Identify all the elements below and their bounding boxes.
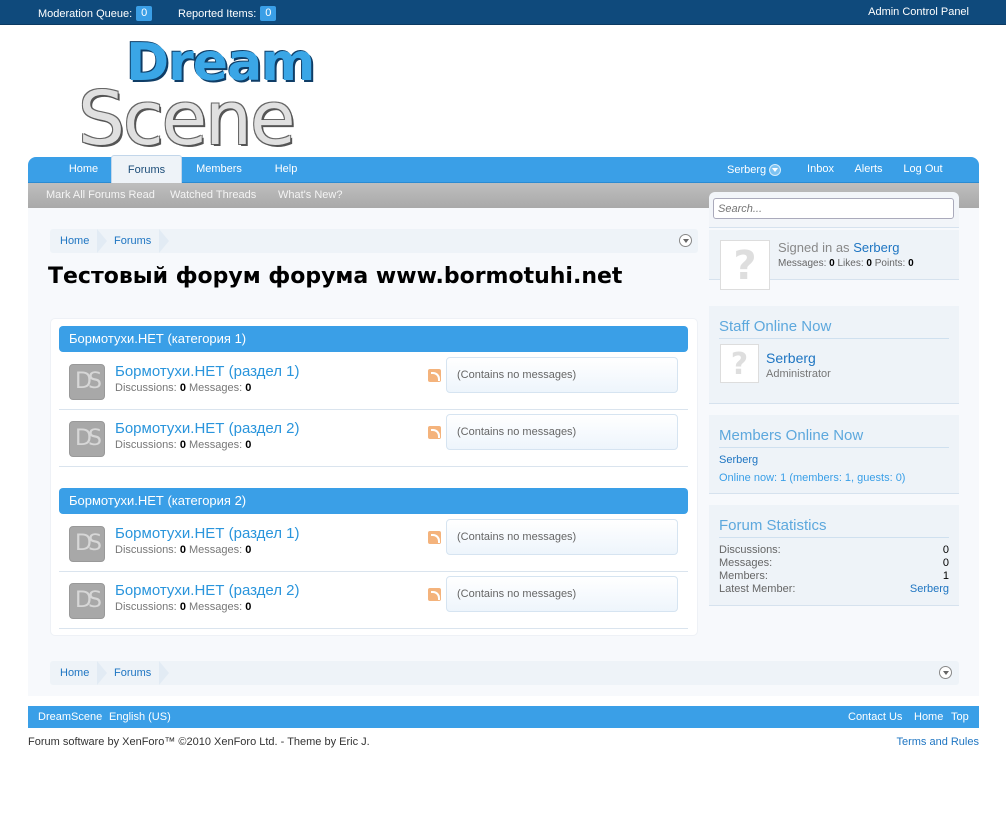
forum-title-link[interactable]: Бормотухи.НЕТ (раздел 1) (115, 363, 300, 380)
last-post-box: (Contains no messages) (446, 576, 678, 612)
forum-stats: Discussions: 0 Messages: 0 (115, 382, 252, 394)
chevron-down-icon (769, 164, 782, 176)
admin-bar: Moderation Queue: 0 Reported Items: 0 Ad… (0, 0, 1006, 25)
forum-node: DS Бормотухи.НЕТ (раздел 2) Discussions:… (59, 410, 688, 467)
signed-in-line: Signed in as Serberg (778, 240, 900, 255)
default-avatar-icon: ? (730, 347, 749, 382)
latest-member-link[interactable]: Serberg (910, 583, 949, 595)
divider (719, 447, 949, 448)
contact-us-link[interactable]: Contact Us (848, 711, 902, 723)
forum-node: DS Бормотухи.НЕТ (раздел 1) Discussions:… (59, 353, 688, 410)
online-member-link[interactable]: Serberg (719, 454, 758, 466)
forum-stats-title: Forum Statistics (719, 517, 827, 534)
user-menu-name: Serberg (727, 163, 767, 176)
footer-home-link[interactable]: Home (914, 711, 943, 723)
breadcrumb-home[interactable]: Home (50, 229, 108, 253)
visitor-username-link[interactable]: Serberg (853, 240, 899, 255)
stat-row: Members: 1 (719, 570, 949, 582)
moderation-queue-link[interactable]: Moderation Queue: 0 (38, 6, 153, 21)
logo-text-scene: Scene (78, 76, 296, 162)
jump-menu-icon[interactable] (939, 666, 952, 679)
stat-row: Messages: 0 (719, 557, 949, 569)
forum-node: DS Бормотухи.НЕТ (раздел 2) Discussions:… (59, 572, 688, 629)
language-chooser[interactable]: English (US) (109, 711, 171, 723)
staff-online-title: Staff Online Now (719, 318, 832, 335)
alerts-link[interactable]: Alerts (848, 157, 889, 183)
forum-stats: Discussions: 0 Messages: 0 (115, 601, 252, 613)
breadcrumb-forums[interactable]: Forums (104, 229, 170, 253)
forum-node-icon: DS (69, 421, 105, 457)
forum-node: DS Бормотухи.НЕТ (раздел 1) Discussions:… (59, 515, 688, 572)
rss-icon[interactable] (428, 588, 441, 601)
members-online-panel: Members Online Now Serberg Online now: 1… (709, 415, 959, 494)
category-header[interactable]: Бормотухи.НЕТ (категория 1) (59, 326, 688, 352)
staff-online-panel: Staff Online Now ? Serberg Administrator (709, 306, 959, 404)
forum-stats: Discussions: 0 Messages: 0 (115, 439, 252, 451)
user-menu[interactable]: Serberg (727, 157, 789, 183)
reported-items-label: Reported Items: (178, 7, 257, 20)
forum-node-icon: DS (69, 583, 105, 619)
watched-threads-link[interactable]: Watched Threads (170, 189, 256, 201)
forum-title-link[interactable]: Бормотухи.НЕТ (раздел 1) (115, 525, 300, 542)
site-logo[interactable]: Dream Scene (78, 34, 315, 158)
visitor-panel: ? Signed in as Serberg Messages: 0 Likes… (709, 230, 959, 290)
jump-menu-icon[interactable] (679, 234, 692, 247)
tab-forums[interactable]: Forums (111, 155, 182, 184)
divider (719, 537, 949, 538)
search-input[interactable] (713, 198, 954, 219)
forum-title-link[interactable]: Бормотухи.НЕТ (раздел 2) (115, 582, 300, 599)
moderation-queue-count: 0 (136, 6, 153, 21)
whats-new-link[interactable]: What's New? (278, 189, 342, 201)
tab-help[interactable]: Help (264, 157, 308, 183)
reported-items-link[interactable]: Reported Items: 0 (178, 6, 277, 21)
tab-home[interactable]: Home (56, 157, 111, 183)
last-post-box: (Contains no messages) (446, 414, 678, 450)
stat-row: Latest Member: Serberg (719, 583, 949, 595)
online-summary-link[interactable]: Online now: 1 (members: 1, guests: 0) (719, 472, 905, 484)
breadcrumb-forums[interactable]: Forums (104, 661, 170, 685)
rss-icon[interactable] (428, 531, 441, 544)
default-avatar-icon: ? (733, 243, 757, 289)
forum-title-link[interactable]: Бормотухи.НЕТ (раздел 2) (115, 420, 300, 437)
reported-items-count: 0 (260, 6, 277, 21)
divider (719, 338, 949, 339)
inbox-link[interactable]: Inbox (799, 157, 842, 183)
admin-control-panel-link[interactable]: Admin Control Panel (868, 6, 969, 18)
forum-stats: Discussions: 0 Messages: 0 (115, 544, 252, 556)
stat-row: Discussions: 0 (719, 544, 949, 556)
footer-site-link[interactable]: DreamScene (38, 711, 102, 723)
page-title: Тестовый форум форума www.bormotuhi.net (48, 264, 623, 289)
breadcrumb: Home Forums (50, 229, 698, 253)
breadcrumb-bottom: Home Forums (50, 661, 959, 685)
breadcrumb-home[interactable]: Home (50, 661, 108, 685)
visitor-stats: Messages: 0 Likes: 0 Points: 0 (778, 258, 914, 269)
staff-member-role: Administrator (766, 368, 831, 380)
forum-node-icon: DS (69, 364, 105, 400)
last-post-box: (Contains no messages) (446, 519, 678, 555)
avatar[interactable]: ? (720, 240, 770, 290)
footer: DreamScene English (US) Contact Us Home … (28, 706, 979, 728)
staff-member-link[interactable]: Serberg (766, 350, 816, 366)
terms-link[interactable]: Terms and Rules (896, 736, 979, 748)
main-navigation: Home Forums Members Help Serberg Inbox A… (28, 155, 979, 184)
forum-stats-panel: Forum Statistics Discussions: 0 Messages:… (709, 505, 959, 606)
tab-members[interactable]: Members (184, 157, 254, 183)
footer-top-link[interactable]: Top (951, 711, 969, 723)
logout-link[interactable]: Log Out (898, 157, 948, 183)
category-header[interactable]: Бормотухи.НЕТ (категория 2) (59, 488, 688, 514)
rss-icon[interactable] (428, 369, 441, 382)
rss-icon[interactable] (428, 426, 441, 439)
mark-forums-read-link[interactable]: Mark All Forums Read (46, 189, 155, 201)
forum-node-icon: DS (69, 526, 105, 562)
avatar[interactable]: ? (720, 344, 759, 383)
moderation-queue-label: Moderation Queue: (38, 7, 133, 20)
last-post-box: (Contains no messages) (446, 357, 678, 393)
members-online-title: Members Online Now (719, 427, 864, 444)
copyright-text: Forum software by XenForo™ ©2010 XenForo… (28, 736, 370, 748)
